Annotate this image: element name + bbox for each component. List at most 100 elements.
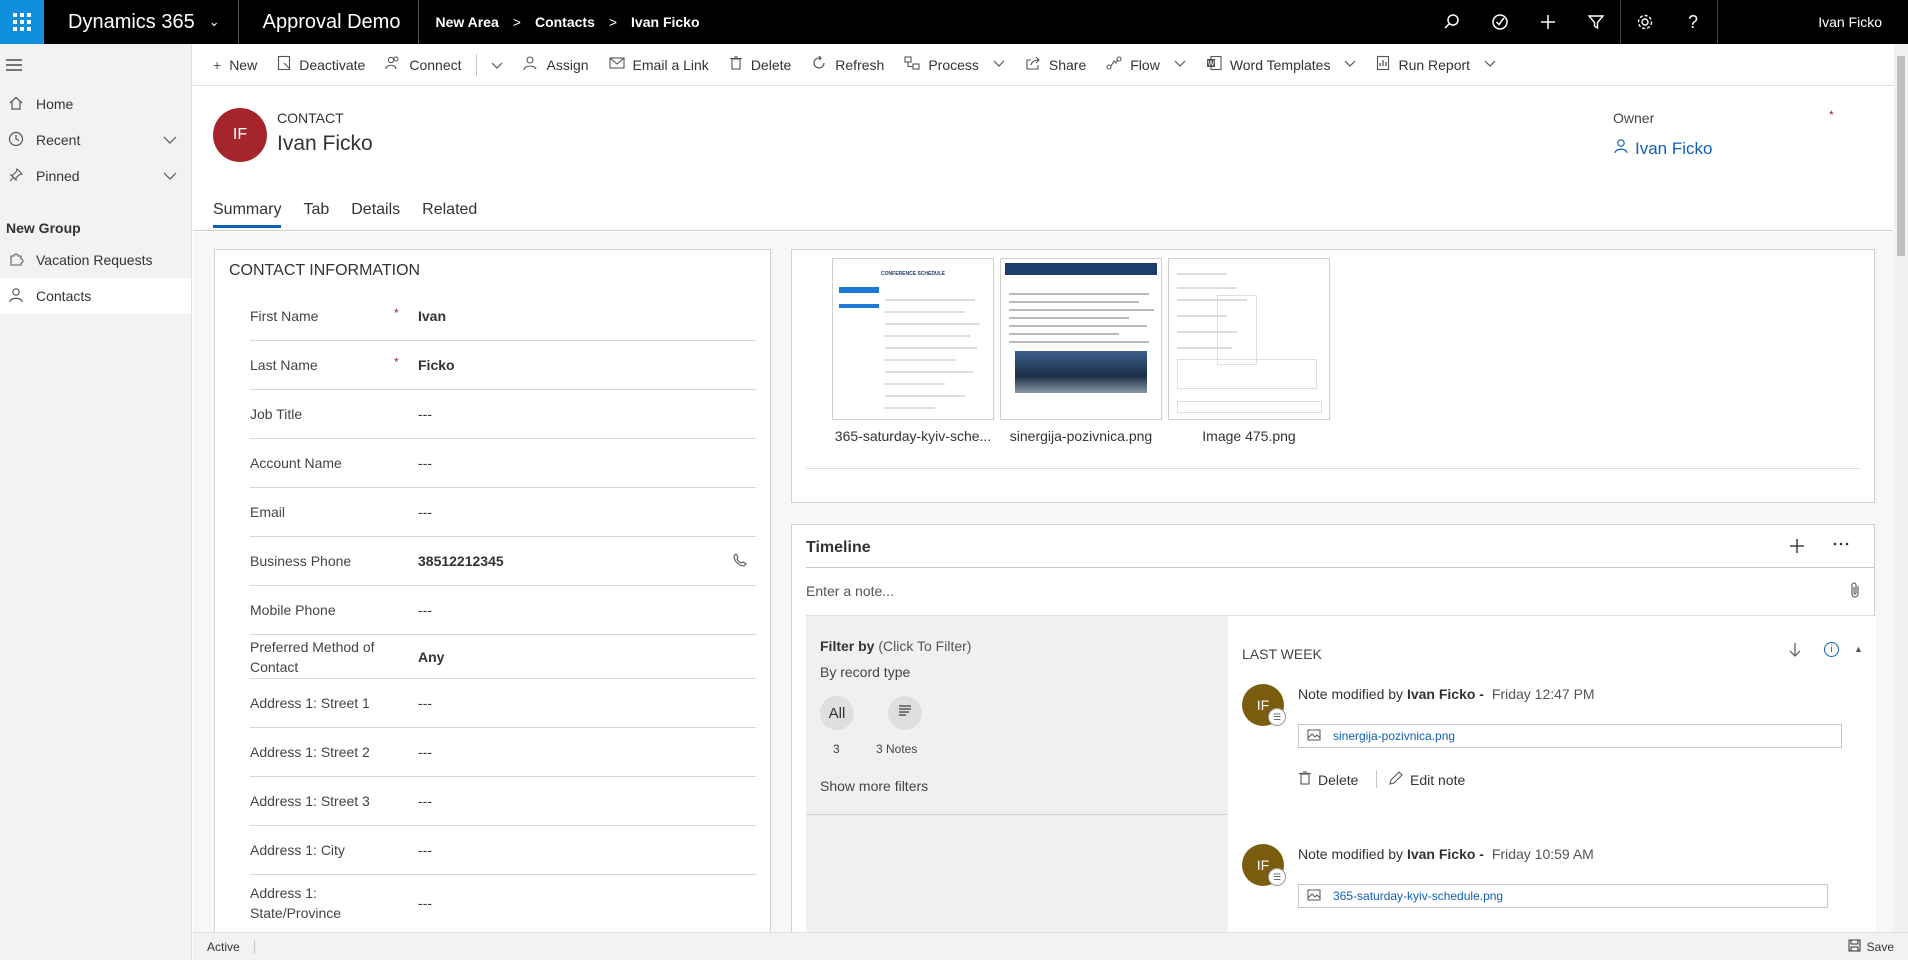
- email-link-button[interactable]: Email a Link: [599, 44, 719, 86]
- timeline-entry-title[interactable]: Note modified by Ivan Ficko - Friday 12:…: [1298, 686, 1595, 702]
- attachment-thumbnail[interactable]: [1168, 258, 1330, 420]
- hamburger-icon[interactable]: [0, 44, 191, 86]
- attachment-item[interactable]: CONFERENCE SCHEDULE 365-saturday-kyiv-sc…: [832, 258, 994, 444]
- field-street-1[interactable]: Address 1: Street 1 ---: [250, 679, 756, 728]
- app-launcher-button[interactable]: [0, 0, 44, 44]
- info-icon[interactable]: i: [1824, 642, 1839, 657]
- share-button[interactable]: Share: [1015, 44, 1096, 86]
- flow-button[interactable]: Flow: [1096, 44, 1196, 86]
- deactivate-button[interactable]: Deactivate: [267, 44, 375, 86]
- field-city[interactable]: Address 1: City ---: [250, 826, 756, 875]
- nav-item-contacts[interactable]: Contacts: [0, 278, 191, 314]
- tab-details[interactable]: Details: [351, 201, 400, 228]
- field-business-phone[interactable]: Business Phone 38512212345: [250, 537, 756, 586]
- field-value[interactable]: ---: [418, 744, 432, 760]
- delete-button[interactable]: Delete: [719, 44, 801, 86]
- field-email[interactable]: Email ---: [250, 488, 756, 537]
- help-icon[interactable]: ?: [1669, 0, 1717, 44]
- tab-summary[interactable]: Summary: [213, 201, 282, 228]
- field-value[interactable]: ---: [418, 455, 432, 471]
- field-street-2[interactable]: Address 1: Street 2 ---: [250, 728, 756, 777]
- field-mobile-phone[interactable]: Mobile Phone ---: [250, 586, 756, 635]
- field-value[interactable]: ---: [418, 793, 432, 809]
- field-first-name[interactable]: First Name * Ivan: [250, 292, 756, 341]
- field-value[interactable]: ---: [418, 842, 432, 858]
- run-report-button[interactable]: Run Report: [1366, 44, 1506, 86]
- chevron-down-icon[interactable]: [163, 133, 177, 147]
- assign-button[interactable]: Assign: [513, 44, 599, 86]
- owner-value: Ivan Ficko: [1635, 138, 1713, 158]
- field-street-3[interactable]: Address 1: Street 3 ---: [250, 777, 756, 826]
- field-value[interactable]: Any: [418, 649, 444, 665]
- nav-item-recent[interactable]: Recent: [0, 122, 191, 158]
- field-state[interactable]: Address 1: State/Province ---: [250, 875, 756, 931]
- edit-note-button[interactable]: Edit note: [1388, 770, 1465, 789]
- more-connect-dropdown[interactable]: [481, 44, 513, 86]
- chevron-down-icon[interactable]: [163, 169, 177, 183]
- report-icon: [1376, 55, 1390, 74]
- filter-icon[interactable]: [1572, 0, 1620, 44]
- filter-pane: Filter by (Click To Filter) By record ty…: [806, 616, 1228, 946]
- search-icon[interactable]: [1428, 0, 1476, 44]
- nav-item-home[interactable]: Home: [0, 86, 191, 122]
- tab-tab[interactable]: Tab: [303, 201, 329, 228]
- scroll-up-icon[interactable]: ▲: [1854, 644, 1863, 654]
- field-value[interactable]: ---: [418, 895, 432, 911]
- field-value[interactable]: ---: [418, 504, 432, 520]
- process-button[interactable]: Process: [894, 44, 1015, 86]
- nav-item-vacation-requests[interactable]: Vacation Requests: [0, 242, 191, 278]
- page-scrollbar[interactable]: [1894, 44, 1908, 932]
- user-menu[interactable]: Ivan Ficko: [1718, 14, 1908, 30]
- gear-icon[interactable]: [1621, 0, 1669, 44]
- nav-item-label: Pinned: [36, 168, 80, 184]
- scrollbar-thumb[interactable]: [1897, 56, 1905, 256]
- new-button[interactable]: + New: [203, 44, 267, 86]
- field-value[interactable]: Ficko: [418, 357, 455, 373]
- environment-name[interactable]: Approval Demo: [239, 11, 419, 34]
- attachment-item[interactable]: Image 475.png: [1168, 258, 1330, 444]
- field-account-name[interactable]: Account Name ---: [250, 439, 756, 488]
- refresh-button[interactable]: Refresh: [801, 44, 894, 86]
- filter-header[interactable]: Filter by (Click To Filter): [820, 638, 971, 654]
- filter-all-button[interactable]: All: [820, 696, 854, 730]
- save-button[interactable]: Save: [1848, 939, 1894, 955]
- breadcrumb-item-area[interactable]: New Area: [435, 14, 498, 30]
- chevron-down-icon: [1174, 59, 1186, 71]
- app-switcher[interactable]: Dynamics 365 ⌄: [44, 0, 220, 44]
- attachment-link[interactable]: sinergija-pozivnica.png: [1298, 724, 1842, 748]
- nav-item-pinned[interactable]: Pinned: [0, 158, 191, 194]
- field-value[interactable]: ---: [418, 406, 432, 422]
- top-icons: ? Ivan Ficko: [1428, 0, 1908, 44]
- attachment-link[interactable]: 365-saturday-kyiv-schedule.png: [1298, 884, 1828, 908]
- breadcrumb-item-contacts[interactable]: Contacts: [535, 14, 595, 30]
- field-value[interactable]: ---: [418, 695, 432, 711]
- owner-lookup[interactable]: Ivan Ficko: [1613, 138, 1712, 159]
- field-last-name[interactable]: Last Name * Ficko: [250, 341, 756, 390]
- field-label: Email: [250, 504, 286, 520]
- more-options-icon[interactable]: [1832, 535, 1850, 558]
- tab-related[interactable]: Related: [422, 201, 477, 228]
- add-activity-button[interactable]: [1788, 535, 1806, 561]
- show-more-filters-link[interactable]: Show more filters: [820, 778, 928, 794]
- field-value[interactable]: 38512212345: [418, 553, 504, 569]
- attachment-thumbnail[interactable]: CONFERENCE SCHEDULE: [832, 258, 994, 420]
- word-templates-button[interactable]: W Word Templates: [1196, 44, 1367, 86]
- timeline-entry-title[interactable]: Note modified by Ivan Ficko - Friday 10:…: [1298, 846, 1594, 862]
- nav-item-label: Vacation Requests: [36, 252, 153, 268]
- attachment-thumbnail[interactable]: [1000, 258, 1162, 420]
- delete-note-button[interactable]: Delete: [1298, 770, 1358, 789]
- note-input[interactable]: Enter a note...: [806, 583, 894, 599]
- phone-icon[interactable]: [732, 552, 748, 571]
- filter-notes-button[interactable]: [888, 696, 922, 730]
- sort-down-icon[interactable]: [1788, 642, 1802, 663]
- document-icon: [277, 55, 291, 74]
- plus-icon[interactable]: [1524, 0, 1572, 44]
- field-preferred-contact[interactable]: Preferred Method of Contact Any: [250, 635, 756, 679]
- attachment-item[interactable]: sinergija-pozivnica.png: [1000, 258, 1162, 444]
- field-job-title[interactable]: Job Title ---: [250, 390, 756, 439]
- connect-button[interactable]: Connect: [375, 44, 471, 86]
- field-value[interactable]: ---: [418, 602, 432, 618]
- task-check-icon[interactable]: [1476, 0, 1524, 44]
- paperclip-icon[interactable]: [1848, 581, 1862, 604]
- field-value[interactable]: Ivan: [418, 308, 446, 324]
